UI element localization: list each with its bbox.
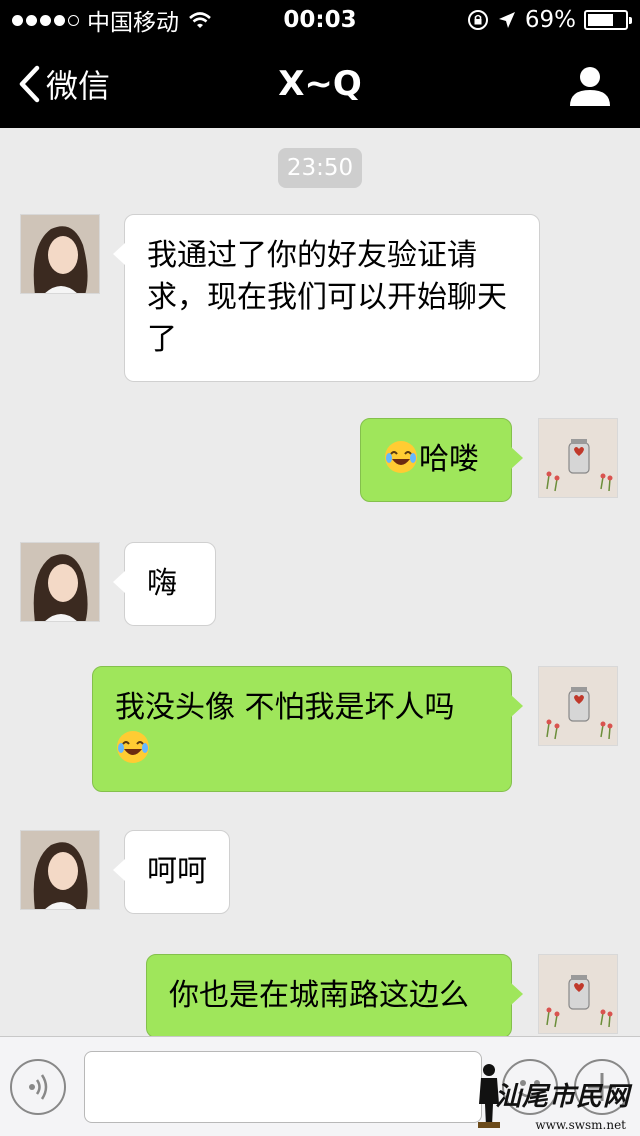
- chat-area[interactable]: 23:50 我通过了你的好友验证请求，现在我们可以开始聊天了 哈喽 嗨 我没头像…: [0, 128, 640, 1036]
- status-bar: 中国移动 00:03 69%: [0, 0, 640, 40]
- wifi-icon: [189, 12, 211, 28]
- watermark-url: www.swsm.net: [535, 1118, 626, 1132]
- contact-photo: [21, 831, 99, 909]
- watermark-text: 汕尾市民网: [494, 1082, 630, 1112]
- tears-of-joy-emoji: [117, 731, 149, 763]
- input-bar: 汕尾市民网 www.swsm.net: [0, 1036, 640, 1136]
- battery-icon: [584, 10, 632, 30]
- contact-avatar[interactable]: [20, 542, 100, 622]
- message-text: 呵呵: [147, 854, 207, 889]
- message-bubble-sent[interactable]: 哈喽: [360, 418, 523, 502]
- location-arrow-icon: [498, 12, 515, 28]
- status-right: 69%: [467, 7, 632, 33]
- contact-photo: [21, 215, 99, 293]
- contact-avatar[interactable]: [20, 830, 100, 910]
- tears-of-joy-emoji: [385, 441, 417, 473]
- profile-icon[interactable]: [568, 64, 612, 108]
- message-text: 你也是在城南路这边么: [169, 978, 469, 1013]
- my-avatar[interactable]: [538, 954, 618, 1034]
- contact-avatar[interactable]: [20, 214, 100, 294]
- message-bubble-received[interactable]: 嗨: [113, 542, 216, 626]
- voice-icon: [29, 1074, 48, 1100]
- message-text: 我通过了你的好友验证请求，现在我们可以开始聊天了: [147, 238, 507, 357]
- message-bubble-received[interactable]: 呵呵: [113, 830, 230, 914]
- carrier-name: 中国移动: [87, 10, 179, 36]
- my-avatar[interactable]: [538, 666, 618, 746]
- jar-picture: [539, 667, 617, 745]
- message-bubble-sent[interactable]: 我没头像 不怕我是坏人吗: [92, 666, 523, 792]
- contact-photo: [21, 543, 99, 621]
- jar-picture: [539, 419, 617, 497]
- my-avatar[interactable]: [538, 418, 618, 498]
- rotation-lock-icon: [467, 10, 488, 30]
- watermark: 汕尾市民网 www.swsm.net: [474, 1062, 634, 1132]
- chat-title: X~Q: [278, 64, 362, 104]
- nav-bar: 微信 X~Q: [0, 40, 640, 128]
- message-bubble-sent[interactable]: 你也是在城南路这边么: [146, 954, 523, 1036]
- message-text: 嗨: [147, 566, 177, 601]
- message-text: 我没头像 不怕我是坏人吗: [115, 690, 455, 725]
- battery-level-fill: [588, 14, 613, 26]
- timestamp-badge: 23:50: [278, 148, 362, 188]
- signal-strength-icon: [12, 14, 79, 26]
- message-text: 哈喽: [419, 442, 479, 477]
- status-left: 中国移动: [12, 3, 213, 37]
- message-input[interactable]: [84, 1051, 482, 1123]
- voice-button[interactable]: [10, 1059, 66, 1115]
- jar-picture: [539, 955, 617, 1033]
- message-bubble-received[interactable]: 我通过了你的好友验证请求，现在我们可以开始聊天了: [113, 214, 540, 382]
- battery-percent: 69%: [524, 7, 576, 33]
